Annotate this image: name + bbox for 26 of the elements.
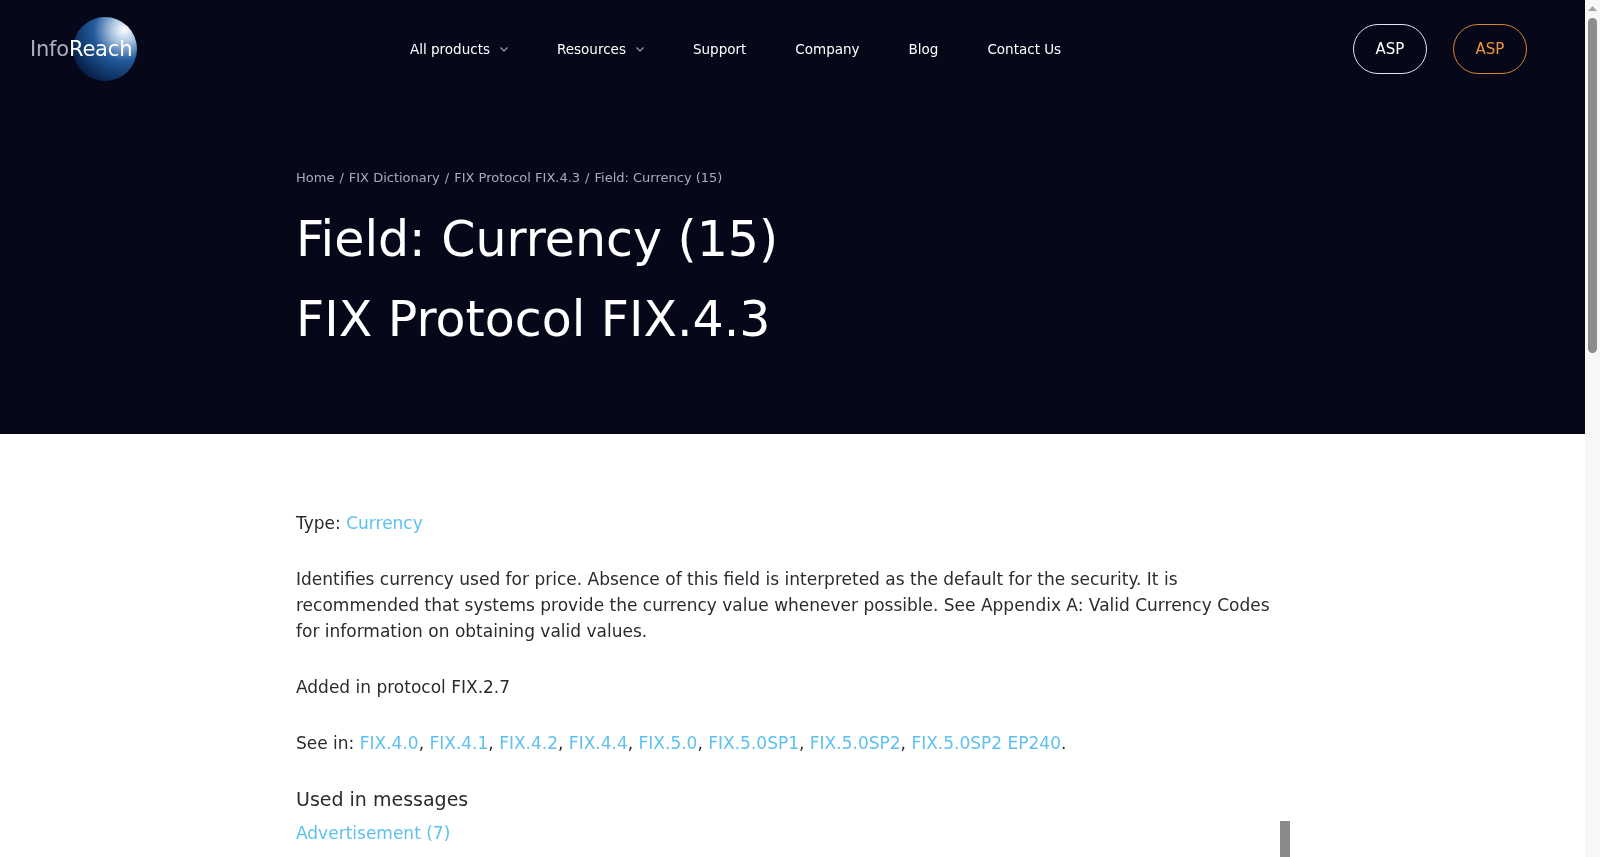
- breadcrumb-link[interactable]: Home: [296, 169, 335, 185]
- breadcrumb-link[interactable]: FIX Protocol FIX.4.3: [454, 169, 581, 185]
- scrollbar-thumb[interactable]: [1280, 821, 1290, 857]
- page-title: Field: Currency (15): [296, 210, 779, 270]
- asp-button[interactable]: ASP: [1353, 24, 1427, 74]
- nav-link[interactable]: Support: [692, 41, 747, 57]
- page-title: FIX Protocol FIX.4.3: [296, 290, 771, 350]
- breadcrumb-link[interactable]: Field: Currency (15): [594, 169, 723, 185]
- added-in-text: Added in protocol FIX.2.7: [296, 676, 512, 699]
- nav-link[interactable]: Contact Us: [987, 41, 1062, 57]
- nav-link[interactable]: Blog: [908, 41, 939, 57]
- nav-link[interactable]: Resources: [557, 41, 644, 57]
- nav-link[interactable]: All products: [410, 41, 508, 57]
- type-text: Type: Currency: [296, 512, 424, 535]
- breadcrumb-separator: /: [444, 169, 450, 185]
- breadcrumb-separator: /: [339, 169, 344, 185]
- see-in-text: See in: FIX.4.0, FIX.4.1, FIX.4.2, FIX.4.4, FIX.5.0, FIX.5.0SP1, FIX.5.0SP2, FIX.5.0SP2 EP240.: [296, 732, 1068, 755]
- breadcrumb-separator: /: [585, 169, 590, 185]
- asp-button[interactable]: ASP: [1453, 24, 1527, 74]
- scroll-up-arrow-icon[interactable]: [1588, 6, 1597, 11]
- nav-link[interactable]: Company: [795, 41, 860, 57]
- breadcrumb-link[interactable]: FIX Dictionary: [348, 169, 440, 185]
- section-heading: Used in messages: [296, 787, 470, 812]
- description-text: Identifies currency used for price. Absence of this field is interpreted as the default for the security. It is recommended that systems provide the currency value whenever possible. See Appendix A: Valid Currency Codes for information on obtaining valid values.: [296, 568, 1271, 643]
- scrollbar-thumb[interactable]: [1588, 18, 1597, 353]
- page-scrollbar[interactable]: [1585, 0, 1600, 857]
